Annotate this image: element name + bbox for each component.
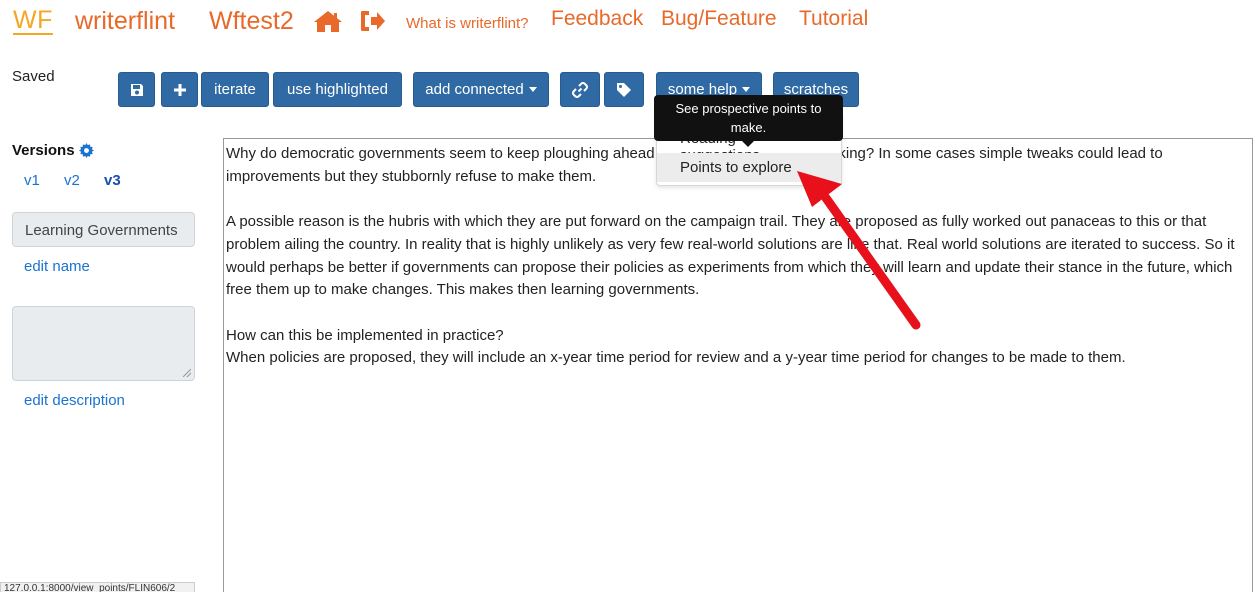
tag-icon bbox=[617, 82, 631, 97]
tooltip: See prospective points to make. bbox=[654, 95, 843, 147]
iterate-button[interactable]: iterate bbox=[201, 72, 269, 107]
feedback-link[interactable]: Feedback bbox=[551, 7, 643, 31]
plus-icon bbox=[173, 83, 186, 96]
edit-description-link[interactable]: edit description bbox=[24, 392, 125, 409]
link-button[interactable] bbox=[560, 72, 600, 107]
chevron-down-icon bbox=[528, 87, 537, 92]
tag-button[interactable] bbox=[604, 72, 644, 107]
logo[interactable]: WF bbox=[13, 6, 53, 35]
editor-paragraph: A possible reason is the hubris with whi… bbox=[226, 213, 1235, 299]
link-icon bbox=[572, 81, 588, 98]
what-is-link[interactable]: What is writerflint? bbox=[406, 15, 529, 32]
version-link-v1[interactable]: v1 bbox=[24, 172, 40, 189]
resize-handle-icon[interactable] bbox=[183, 369, 191, 377]
save-status: Saved bbox=[12, 68, 55, 85]
home-icon[interactable] bbox=[313, 10, 343, 32]
version-link-v2[interactable]: v2 bbox=[64, 172, 80, 189]
editor-paragraph: How can this be implemented in practice?… bbox=[226, 326, 1126, 367]
sign-out-icon[interactable] bbox=[360, 10, 386, 32]
editor-area[interactable]: Why do democratic governments seem to ke… bbox=[223, 138, 1253, 592]
project-link[interactable]: Wftest2 bbox=[209, 7, 294, 36]
chevron-down-icon bbox=[742, 87, 751, 92]
bug-feature-link[interactable]: Bug/Feature bbox=[661, 7, 777, 31]
add-button[interactable] bbox=[161, 72, 198, 107]
version-link-v3[interactable]: v3 bbox=[104, 172, 121, 189]
menu-item-points-to-explore[interactable]: Points to explore bbox=[657, 153, 841, 182]
gear-icon[interactable] bbox=[78, 143, 94, 158]
use-highlighted-button[interactable]: use highlighted bbox=[273, 72, 402, 107]
versions-heading-label: Versions bbox=[12, 142, 75, 159]
tutorial-link[interactable]: Tutorial bbox=[799, 7, 868, 31]
description-field[interactable] bbox=[12, 306, 195, 381]
top-nav: WF writerflint Wftest2 What is writerfli… bbox=[0, 0, 1259, 50]
name-field[interactable]: Learning Governments bbox=[12, 212, 195, 247]
edit-name-link[interactable]: edit name bbox=[24, 258, 90, 275]
versions-heading: Versions bbox=[12, 142, 94, 159]
floppy-icon bbox=[130, 83, 143, 96]
save-button[interactable] bbox=[118, 72, 155, 107]
add-connected-label: add connected bbox=[425, 81, 524, 98]
add-connected-button[interactable]: add connected bbox=[413, 72, 549, 107]
status-bar-url: 127.0.0.1:8000/view_points/FLIN606/2 bbox=[0, 582, 195, 592]
brand-link[interactable]: writerflint bbox=[75, 7, 175, 36]
